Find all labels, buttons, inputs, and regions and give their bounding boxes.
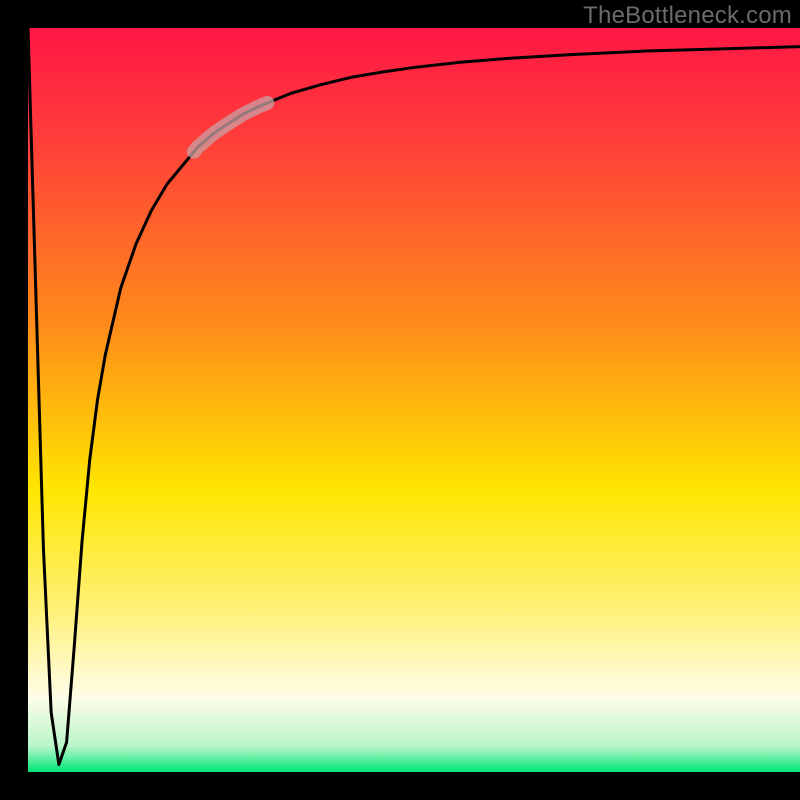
- watermark-text: TheBottleneck.com: [583, 2, 792, 30]
- bottleneck-chart: [0, 0, 800, 800]
- chart-container: TheBottleneck.com: [0, 0, 800, 800]
- gradient-plot-area: [28, 28, 800, 772]
